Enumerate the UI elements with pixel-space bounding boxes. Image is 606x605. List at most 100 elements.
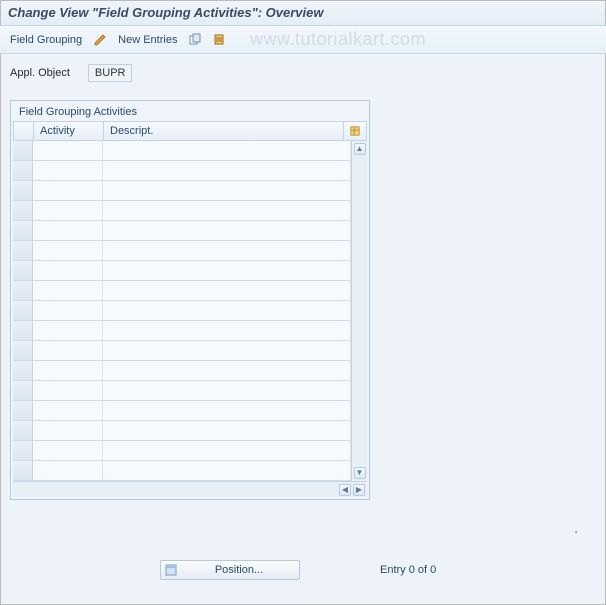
table-row[interactable] [13, 281, 351, 301]
toggle-change-icon[interactable] [92, 32, 108, 48]
table-row[interactable] [13, 421, 351, 441]
cell-activity[interactable] [33, 221, 103, 240]
row-selector[interactable] [13, 161, 33, 180]
row-selector[interactable] [13, 221, 33, 240]
cell-activity[interactable] [33, 241, 103, 260]
chevron-down-icon: ▼ [356, 469, 364, 477]
appl-object-value[interactable]: BUPR [88, 64, 133, 82]
cell-activity[interactable] [33, 281, 103, 300]
copy-icon[interactable] [187, 32, 203, 48]
table-row[interactable] [13, 381, 351, 401]
row-selector[interactable] [13, 141, 33, 160]
entry-status: Entry 0 of 0 [380, 564, 436, 576]
cell-description[interactable] [103, 141, 351, 160]
row-selector[interactable] [13, 461, 33, 480]
cell-description[interactable] [103, 361, 351, 380]
column-activity[interactable]: Activity [34, 122, 104, 140]
table-row[interactable] [13, 461, 351, 481]
row-selector[interactable] [13, 261, 33, 280]
scroll-left-button[interactable]: ◀ [339, 484, 351, 496]
table-row[interactable] [13, 181, 351, 201]
row-selector[interactable] [13, 401, 33, 420]
cell-description[interactable] [103, 341, 351, 360]
row-selector[interactable] [13, 381, 33, 400]
cell-activity[interactable] [33, 201, 103, 220]
cell-description[interactable] [103, 221, 351, 240]
cell-description[interactable] [103, 441, 351, 460]
table-row[interactable] [13, 401, 351, 421]
cell-description[interactable] [103, 381, 351, 400]
new-entries-button[interactable]: New Entries [116, 32, 179, 48]
row-selector[interactable] [13, 341, 33, 360]
table-row[interactable] [13, 161, 351, 181]
column-description[interactable]: Descript. [104, 122, 344, 140]
field-grouping-button[interactable]: Field Grouping [8, 32, 84, 48]
row-selector[interactable] [13, 181, 33, 200]
appl-object-label: Appl. Object [10, 67, 70, 79]
cell-description[interactable] [103, 321, 351, 340]
application-toolbar: Field Grouping New Entries www.tutorialk… [0, 26, 606, 54]
cell-description[interactable] [103, 301, 351, 320]
table-row[interactable] [13, 441, 351, 461]
cell-description[interactable] [103, 261, 351, 280]
cell-activity[interactable] [33, 361, 103, 380]
table-row[interactable] [13, 301, 351, 321]
table-row[interactable] [13, 141, 351, 161]
table-rows [13, 141, 351, 481]
table-row[interactable] [13, 201, 351, 221]
configure-columns-button[interactable] [344, 122, 366, 140]
row-selector[interactable] [13, 361, 33, 380]
vertical-scrollbar[interactable]: ▲ ▼ [351, 141, 367, 481]
cell-description[interactable] [103, 161, 351, 180]
row-selector[interactable] [13, 241, 33, 260]
table-title: Field Grouping Activities [13, 103, 367, 121]
table-settings-icon [350, 125, 360, 137]
row-selector[interactable] [13, 421, 33, 440]
table-row[interactable] [13, 261, 351, 281]
scroll-down-button[interactable]: ▼ [354, 467, 366, 479]
row-selector[interactable] [13, 321, 33, 340]
cell-activity[interactable] [33, 461, 103, 480]
table-row[interactable] [13, 221, 351, 241]
cell-activity[interactable] [33, 421, 103, 440]
row-selector[interactable] [13, 301, 33, 320]
table-row[interactable] [13, 341, 351, 361]
position-button[interactable]: Position... [160, 560, 300, 580]
table-header: Activity Descript. [13, 121, 367, 141]
row-selector[interactable] [13, 281, 33, 300]
select-all-column[interactable] [14, 122, 34, 140]
cell-activity[interactable] [33, 401, 103, 420]
chevron-left-icon: ◀ [342, 486, 348, 494]
table-row[interactable] [13, 241, 351, 261]
cell-activity[interactable] [33, 161, 103, 180]
horizontal-scrollbar[interactable]: ◀ ▶ [13, 481, 367, 497]
footer-bar: Position... Entry 0 of 0 [0, 557, 606, 583]
table-row[interactable] [13, 321, 351, 341]
caret-indicator: . [574, 521, 578, 535]
cell-description[interactable] [103, 281, 351, 300]
row-selector[interactable] [13, 441, 33, 460]
cell-activity[interactable] [33, 141, 103, 160]
cell-activity[interactable] [33, 341, 103, 360]
cell-activity[interactable] [33, 301, 103, 320]
position-label: Position... [183, 564, 295, 576]
cell-description[interactable] [103, 201, 351, 220]
cell-description[interactable] [103, 461, 351, 480]
delete-icon[interactable] [211, 32, 227, 48]
table-container: Field Grouping Activities Activity Descr… [10, 100, 370, 500]
cell-activity[interactable] [33, 381, 103, 400]
row-selector[interactable] [13, 201, 33, 220]
cell-activity[interactable] [33, 261, 103, 280]
appl-object-row: Appl. Object BUPR [10, 64, 596, 82]
cell-description[interactable] [103, 181, 351, 200]
cell-activity[interactable] [33, 441, 103, 460]
chevron-up-icon: ▲ [356, 145, 364, 153]
cell-description[interactable] [103, 421, 351, 440]
cell-description[interactable] [103, 401, 351, 420]
scroll-right-button[interactable]: ▶ [353, 484, 365, 496]
scroll-up-button[interactable]: ▲ [354, 143, 366, 155]
cell-description[interactable] [103, 241, 351, 260]
cell-activity[interactable] [33, 181, 103, 200]
table-row[interactable] [13, 361, 351, 381]
cell-activity[interactable] [33, 321, 103, 340]
